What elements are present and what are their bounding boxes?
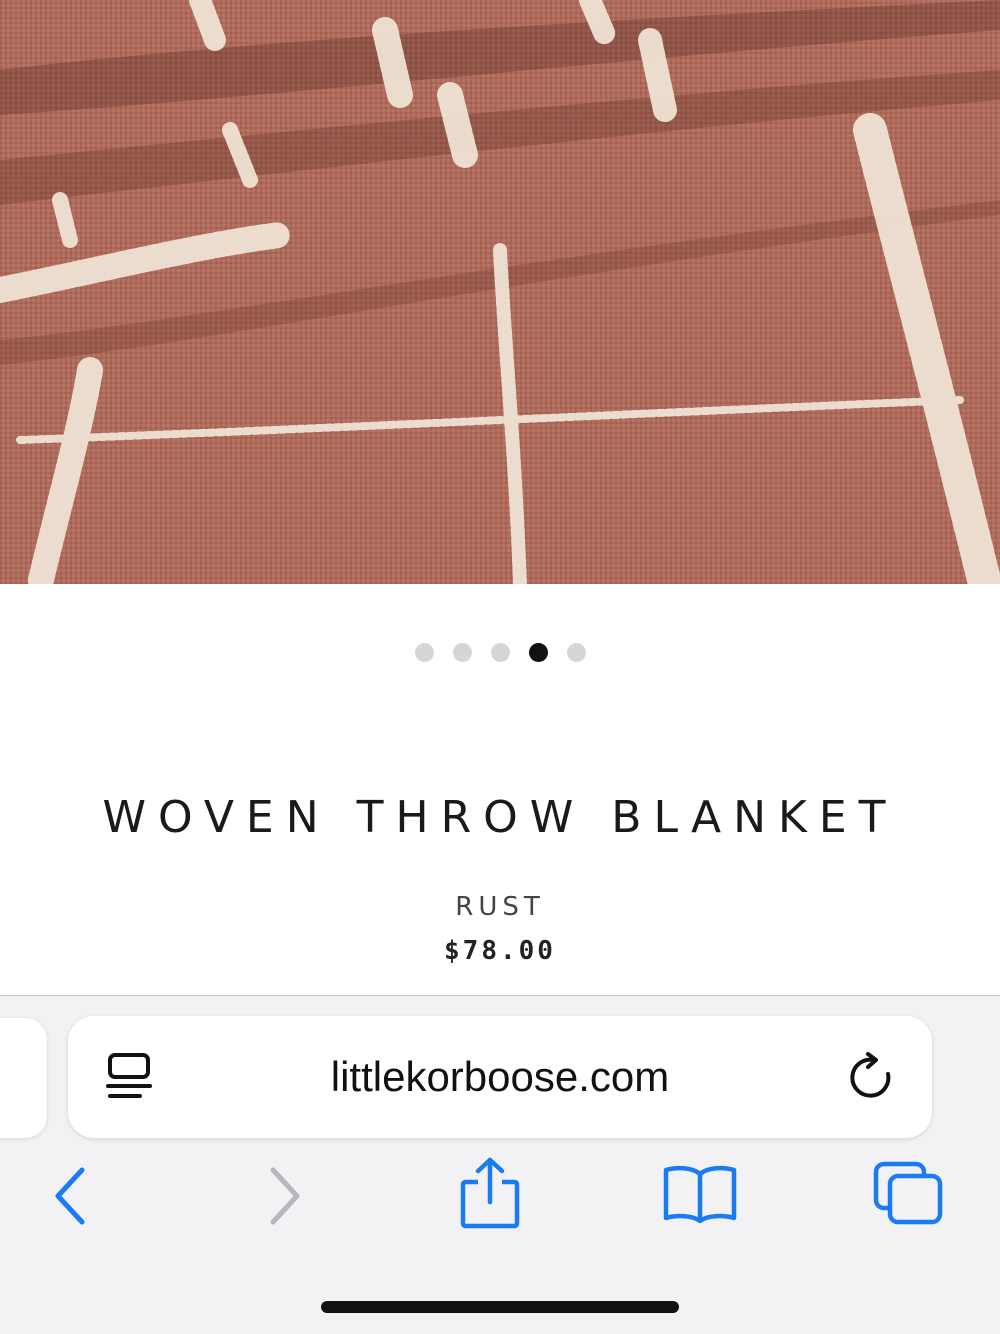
carousel-dot-4-active[interactable] bbox=[528, 642, 548, 662]
product-title: WOVEN THROW BLANKET bbox=[102, 792, 898, 843]
carousel-dot-2[interactable] bbox=[452, 642, 472, 662]
carousel-dot-5[interactable] bbox=[566, 642, 586, 662]
product-image[interactable] bbox=[0, 0, 1000, 584]
woven-blanket-photo bbox=[0, 0, 1000, 584]
back-icon[interactable] bbox=[50, 1166, 90, 1226]
share-icon[interactable] bbox=[458, 1156, 522, 1230]
tabs-icon[interactable] bbox=[872, 1160, 944, 1226]
previous-tab-peek[interactable] bbox=[0, 1018, 47, 1138]
address-bar[interactable]: littlekorboose.com bbox=[68, 1016, 932, 1138]
url-text[interactable]: littlekorboose.com bbox=[68, 1016, 932, 1138]
carousel-pagination[interactable] bbox=[0, 642, 1000, 662]
carousel-dot-3[interactable] bbox=[490, 642, 510, 662]
home-indicator[interactable] bbox=[321, 1301, 679, 1313]
product-price: $78.00 bbox=[444, 936, 556, 966]
product-variant: RUST bbox=[455, 892, 545, 922]
forward-icon[interactable] bbox=[265, 1166, 305, 1226]
reload-icon[interactable] bbox=[848, 1050, 900, 1106]
bookmarks-icon[interactable] bbox=[662, 1164, 738, 1224]
carousel-dot-1[interactable] bbox=[414, 642, 434, 662]
browser-toolbar: littlekorboose.com bbox=[0, 995, 1000, 1334]
